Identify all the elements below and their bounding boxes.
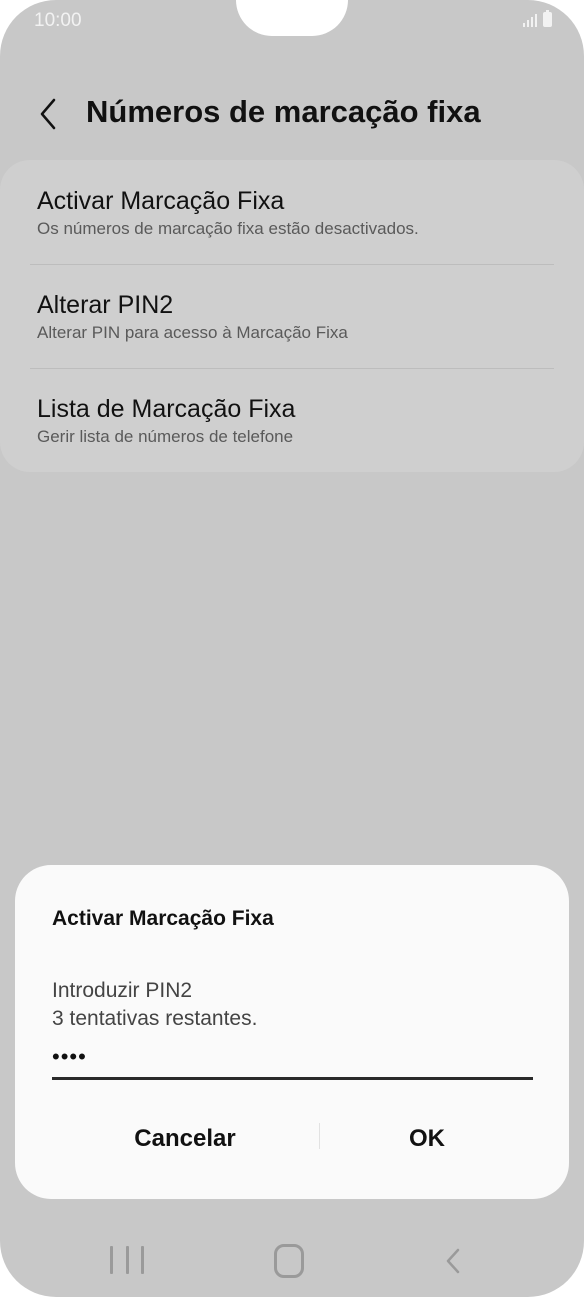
cancel-button[interactable]: Cancelar [75,1117,295,1161]
status-icons [523,10,552,27]
app-header: Números de marcação fixa [0,84,584,144]
dialog-message-prompt: Introduzir PIN2 [52,979,193,1002]
back-icon[interactable] [440,1244,468,1278]
settings-item-title: Activar Marcação Fixa [37,187,285,215]
home-icon[interactable] [274,1244,304,1278]
recents-icon[interactable] [110,1246,144,1276]
navigation-bar [0,1226,584,1296]
status-bar: 10:00 [0,0,584,40]
chevron-left-icon [40,98,56,130]
settings-item-subtitle: Alterar PIN para acesso à Marcação Fixa [37,323,348,342]
divider [30,368,554,369]
signal-icon [523,13,537,27]
settings-item-title: Lista de Marcação Fixa [37,395,296,423]
settings-item-activar-marcacao-fixa[interactable]: Activar Marcação Fixa Os números de marc… [37,186,557,240]
settings-item-subtitle: Gerir lista de números de telefone [37,427,294,446]
back-button[interactable] [30,92,70,136]
settings-item-title: Alterar PIN2 [37,291,174,319]
phone-screen: 10:00 Números de marcação fixa Activar M… [0,0,584,1297]
battery-icon [543,10,552,27]
pin2-input[interactable] [52,1037,533,1080]
page-title: Números de marcação fixa [86,94,481,129]
dialog-title: Activar Marcação Fixa [52,907,274,930]
dialog-message-attempts: 3 tentativas restantes. [52,1007,258,1030]
divider [30,264,554,265]
settings-item-lista-marcacao-fixa[interactable]: Lista de Marcação Fixa Gerir lista de nú… [37,394,557,448]
pin2-dialog: Activar Marcação Fixa Introduzir PIN2 3 … [15,865,569,1199]
ok-button[interactable]: OK [317,1117,537,1161]
settings-item-alterar-pin2[interactable]: Alterar PIN2 Alterar PIN para acesso à M… [37,290,557,344]
settings-item-subtitle: Os números de marcação fixa estão desact… [37,219,419,238]
settings-card: Activar Marcação Fixa Os números de marc… [0,160,584,472]
dialog-message: Introduzir PIN2 3 tentativas restantes. [52,977,257,1033]
status-time: 10:00 [34,10,82,31]
